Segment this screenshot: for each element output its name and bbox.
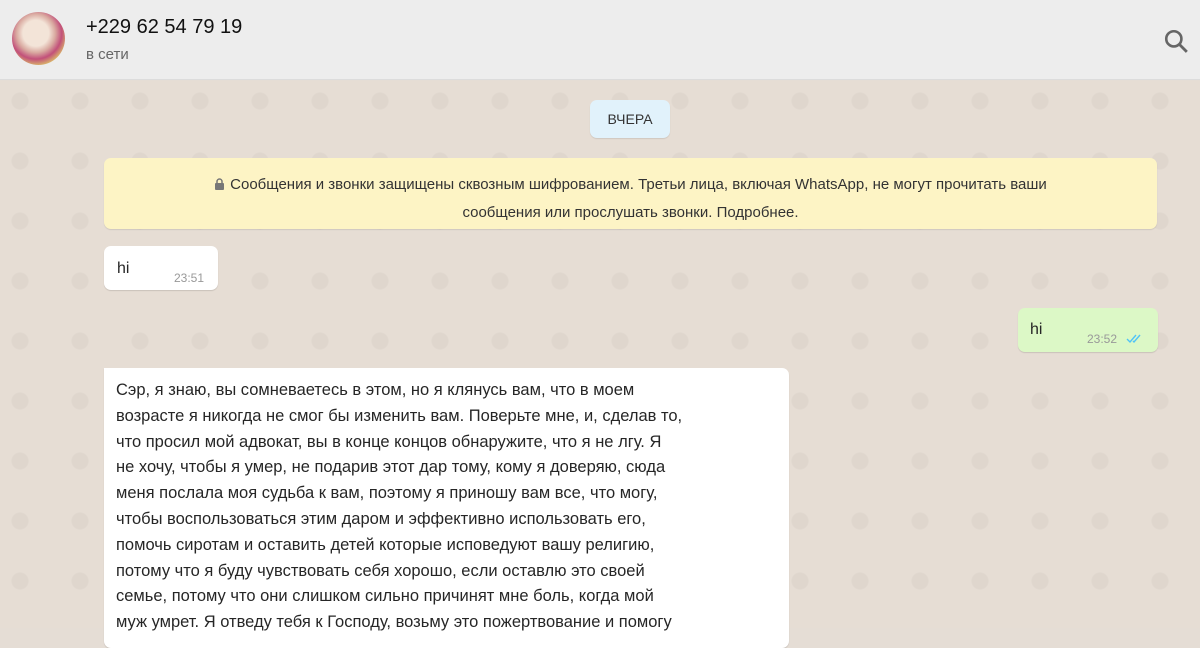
avatar[interactable] (12, 12, 65, 65)
date-separator: ВЧЕРА (590, 100, 670, 138)
search-icon[interactable] (1163, 28, 1189, 54)
message-incoming[interactable]: hi 23:51 (104, 246, 218, 290)
notice-line-1: Сообщения и звонки защищены сквозным шиф… (230, 176, 1047, 193)
message-line: что просил мой адвокат, вы в конце концо… (116, 432, 662, 451)
message-line: не хочу, чтобы я умер, не подарив этот д… (116, 458, 666, 477)
contact-name[interactable]: +229 62 54 79 19 (86, 16, 242, 39)
message-outgoing[interactable]: hi 23:52 (1018, 308, 1158, 352)
message-line: помочь сиротам и оставить детей которые … (116, 535, 655, 554)
read-ticks-icon (1126, 334, 1141, 344)
message-text: hi (1030, 321, 1043, 338)
encryption-notice[interactable]: Сообщения и звонки защищены сквозным шиф… (104, 158, 1157, 229)
chat-header: +229 62 54 79 19 в сети (0, 0, 1200, 80)
message-time: 23:52 (1087, 332, 1118, 346)
message-time: 23:51 (174, 271, 205, 285)
message-line: меня послала моя судьба к вам, поэтому я… (116, 484, 658, 503)
contact-status: в сети (86, 46, 129, 63)
lock-icon (215, 178, 225, 190)
message-line: чтобы воспользоваться этим даром и эффек… (116, 509, 646, 528)
notice-line-2: сообщения или прослушать звонки. Подробн… (462, 204, 799, 221)
message-line: семье, потому что они слишком сильно при… (116, 587, 654, 606)
message-line: возрасте я никогда не смог бы изменить в… (116, 406, 683, 425)
message-line: потому что я буду чувствовать себя хорош… (116, 561, 645, 580)
message-incoming-long[interactable]: Сэр, я знаю, вы сомневаетесь в этом, но … (104, 368, 789, 648)
message-line: Сэр, я знаю, вы сомневаетесь в этом, но … (116, 381, 635, 399)
message-line: муж умрет. Я отведу тебя к Господу, возь… (116, 613, 672, 632)
message-text: hi (117, 260, 130, 277)
message-text: Сэр, я знаю, вы сомневаетесь в этом, но … (116, 378, 682, 636)
